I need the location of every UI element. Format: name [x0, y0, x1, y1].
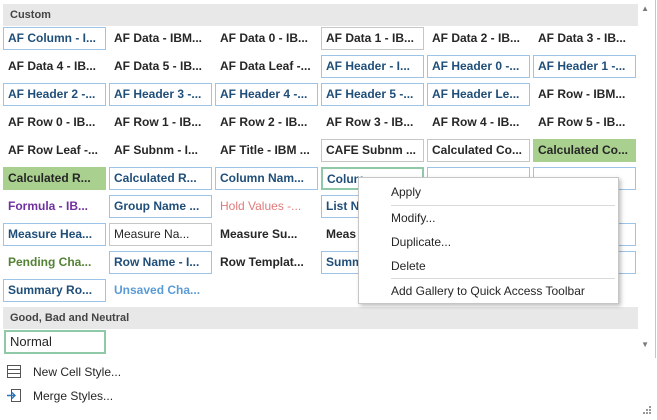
style-cafe-subnm[interactable]: CAFE Subnm ...: [321, 139, 424, 162]
style-af-row-3[interactable]: AF Row 3 - IB...: [321, 111, 424, 134]
resize-grip-icon[interactable]: [643, 406, 651, 414]
style-formula[interactable]: Formula - IB...: [3, 195, 106, 218]
style-af-row-5[interactable]: AF Row 5 - IB...: [533, 111, 636, 134]
style-af-title[interactable]: AF Title - IBM ...: [215, 139, 318, 162]
new-cell-style-command[interactable]: New Cell Style...: [0, 360, 657, 384]
style-calculated-co-2[interactable]: Calculated Co...: [533, 139, 636, 162]
style-af-data-2[interactable]: AF Data 2 - IB...: [427, 27, 530, 50]
style-af-data-4[interactable]: AF Data 4 - IB...: [3, 55, 106, 78]
style-hold-values[interactable]: Hold Values -...: [215, 195, 318, 218]
style-calculated-co-1[interactable]: Calculated Co...: [427, 139, 530, 162]
style-af-row-2[interactable]: AF Row 2 - IB...: [215, 111, 318, 134]
section-header-good-bad-neutral: Good, Bad and Neutral: [3, 307, 638, 329]
style-summary-row[interactable]: Summary Ro...: [3, 279, 106, 302]
style-row-template[interactable]: Row Templat...: [215, 251, 318, 274]
style-normal[interactable]: Normal: [4, 330, 106, 354]
new-cell-style-label: New Cell Style...: [33, 365, 122, 379]
style-af-data-1[interactable]: AF Data 1 - IB...: [321, 27, 424, 50]
style-af-row-leaf[interactable]: AF Row Leaf -...: [3, 139, 106, 162]
section-header-custom: Custom: [3, 4, 638, 26]
style-af-row[interactable]: AF Row - IBM...: [533, 83, 636, 106]
style-af-column[interactable]: AF Column - I...: [3, 27, 106, 50]
merge-styles-command[interactable]: Merge Styles...: [0, 384, 657, 408]
menu-item-delete[interactable]: Delete: [359, 254, 618, 278]
style-af-header-0[interactable]: AF Header 0 -...: [427, 55, 530, 78]
style-af-data-3[interactable]: AF Data 3 - IB...: [533, 27, 636, 50]
style-context-menu: Apply Modify... Duplicate... Delete Add …: [358, 177, 619, 304]
style-af-row-4[interactable]: AF Row 4 - IB...: [427, 111, 530, 134]
style-af-data-5[interactable]: AF Data 5 - IB...: [109, 55, 212, 78]
style-af-header-5[interactable]: AF Header 5 -...: [321, 83, 424, 106]
style-af-data-leaf[interactable]: AF Data Leaf -...: [215, 55, 318, 78]
style-calculated-r-1[interactable]: Calculated R...: [3, 167, 106, 190]
menu-item-modify[interactable]: Modify...: [359, 206, 618, 230]
new-style-icon: [7, 365, 21, 378]
style-af-header-4[interactable]: AF Header 4 -...: [215, 83, 318, 106]
style-af-data[interactable]: AF Data - IBM...: [109, 27, 212, 50]
gallery-scrollbar[interactable]: ▲ ▼: [639, 4, 653, 354]
merge-styles-icon: [7, 389, 21, 402]
style-unsaved-changes[interactable]: Unsaved Cha...: [109, 279, 212, 302]
menu-item-apply[interactable]: Apply: [359, 180, 618, 204]
menu-item-add-to-quick-access-toolbar[interactable]: Add Gallery to Quick Access Toolbar: [359, 279, 618, 303]
style-af-header-3[interactable]: AF Header 3 -...: [109, 83, 212, 106]
style-measure-name[interactable]: Measure Na...: [109, 223, 212, 246]
style-af-row-0[interactable]: AF Row 0 - IB...: [3, 111, 106, 134]
menu-item-duplicate[interactable]: Duplicate...: [359, 230, 618, 254]
merge-styles-label: Merge Styles...: [33, 389, 114, 403]
style-af-header-2[interactable]: AF Header 2 -...: [3, 83, 106, 106]
style-measure-header[interactable]: Measure Hea...: [3, 223, 106, 246]
style-af-header-leaf[interactable]: AF Header Le...: [427, 83, 530, 106]
style-calculated-r-2[interactable]: Calculated R...: [109, 167, 212, 190]
style-pending-changes[interactable]: Pending Cha...: [3, 251, 106, 274]
style-af-row-1[interactable]: AF Row 1 - IB...: [109, 111, 212, 134]
style-af-header-1[interactable]: AF Header 1 -...: [533, 55, 636, 78]
scroll-up-icon[interactable]: ▲: [641, 4, 649, 13]
style-group-name[interactable]: Group Name ...: [109, 195, 212, 218]
style-af-subnm[interactable]: AF Subnm - I...: [109, 139, 212, 162]
scroll-down-icon[interactable]: ▼: [641, 340, 649, 349]
style-row-name[interactable]: Row Name - I...: [109, 251, 212, 274]
style-column-name[interactable]: Column Nam...: [215, 167, 318, 190]
style-af-header[interactable]: AF Header - I...: [321, 55, 424, 78]
style-measure-summary[interactable]: Measure Su...: [215, 223, 318, 246]
style-af-data-0[interactable]: AF Data 0 - IB...: [215, 27, 318, 50]
